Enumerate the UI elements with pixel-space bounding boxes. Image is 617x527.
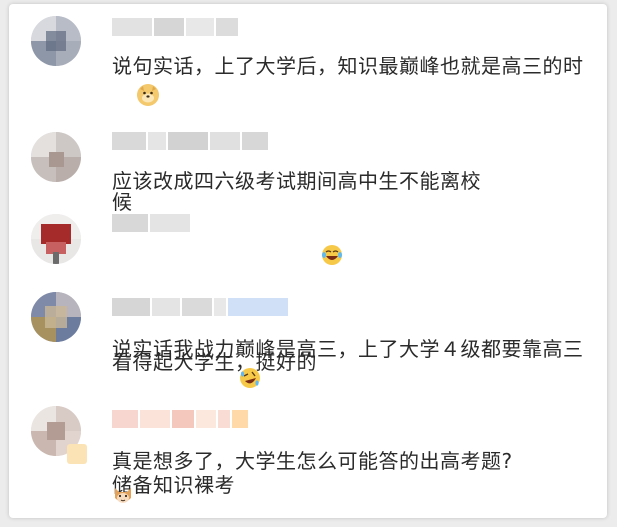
username-blurred[interactable] (112, 18, 238, 36)
rolling-laugh-emoji-icon (239, 367, 261, 389)
comment-text: 真是想多了，大学生怎么可能答的出高考题? (112, 449, 513, 473)
laughing-tears-emoji-icon (321, 244, 343, 266)
avatar[interactable] (31, 214, 81, 264)
avatar[interactable] (31, 16, 81, 66)
username-blurred[interactable] (112, 132, 268, 150)
username-blurred[interactable] (112, 214, 190, 232)
username-blurred[interactable] (112, 410, 248, 428)
cat-emoji-icon (112, 484, 134, 506)
comment-list: 说句实话，上了大学后，知识最巅峰也就是高三的时候 应该改成四六级考试期间高中生不… (9, 4, 607, 518)
comment-text: 应该改成四六级考试期间高中生不能离校 (112, 169, 481, 193)
avatar[interactable] (31, 132, 81, 182)
username-blurred[interactable] (112, 298, 288, 316)
doge-emoji-icon (136, 84, 159, 106)
badge-icon (67, 444, 87, 464)
avatar[interactable] (31, 292, 81, 342)
